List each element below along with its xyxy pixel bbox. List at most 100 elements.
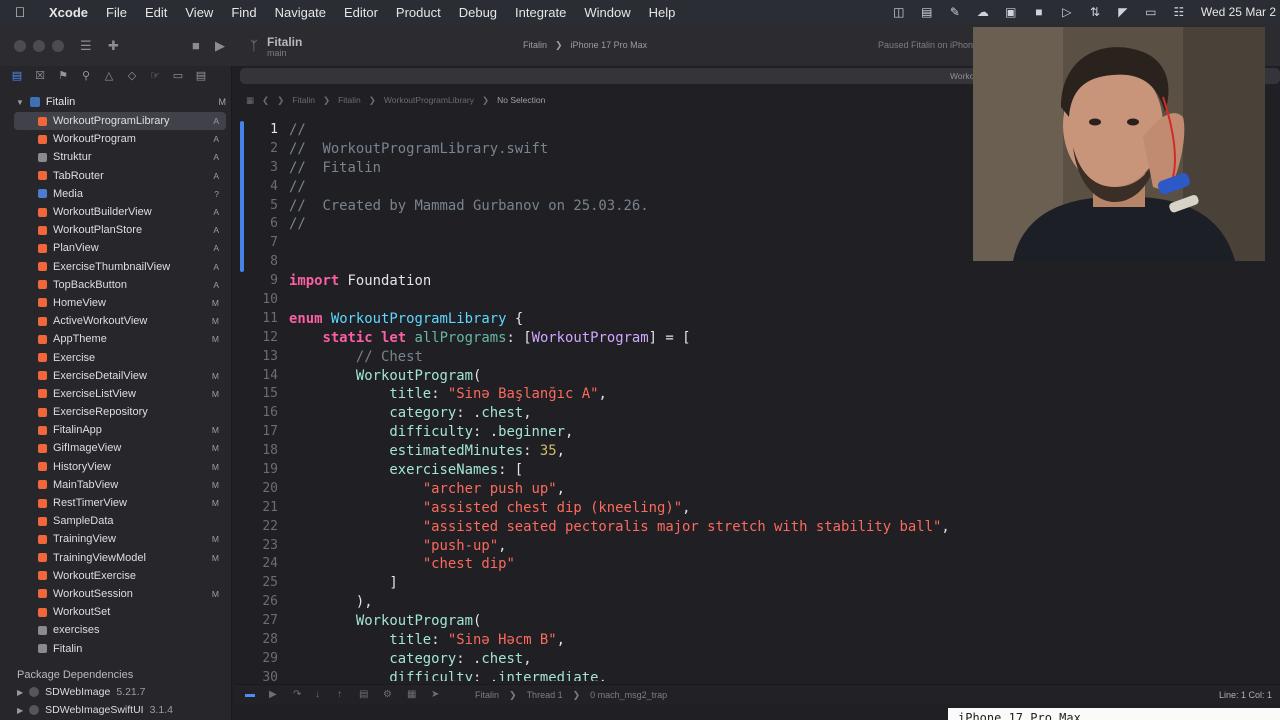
jumpbar-selection[interactable]: No Selection — [497, 95, 545, 105]
menu-file[interactable]: File — [97, 5, 136, 20]
console-output[interactable]: iPhone 17 Pro Max — [948, 708, 1280, 720]
step-over-icon[interactable]: ↷ — [293, 689, 301, 700]
bookmark-icon[interactable]: ⚑ — [56, 69, 70, 83]
file-item[interactable]: WorkoutExercise — [14, 567, 226, 585]
sidebar-toggle-icon[interactable]: ☰ — [80, 38, 92, 54]
code-line[interactable]: 12 static let allPrograms: [WorkoutProgr… — [244, 329, 1280, 348]
menu-navigate[interactable]: Navigate — [266, 5, 335, 20]
step-into-icon[interactable]: ↓ — [315, 689, 320, 700]
menu-find[interactable]: Find — [222, 5, 265, 20]
file-item[interactable]: Media? — [14, 185, 226, 203]
code-line[interactable]: 17 difficulty: .beginner, — [244, 423, 1280, 442]
continue-icon[interactable]: ▶ — [269, 689, 277, 700]
file-item[interactable]: ActiveWorkoutView M — [14, 312, 226, 330]
apple-menu-icon[interactable]:  — [0, 4, 40, 20]
menu-help[interactable]: Help — [640, 5, 685, 20]
test-icon[interactable]: ◇ — [125, 69, 139, 83]
code-line[interactable]: 23 "push-up", — [244, 537, 1280, 556]
menubar-clock[interactable]: Wed 25 Mar 2 — [1193, 5, 1280, 19]
play-icon[interactable]: ▷ — [1053, 5, 1081, 19]
code-line[interactable]: 20 "archer push up", — [244, 480, 1280, 499]
share-icon[interactable]: ⇅ — [1081, 5, 1109, 19]
file-item[interactable]: HomeView M — [14, 294, 226, 312]
code-line[interactable]: 30 difficulty: .intermediate, — [244, 669, 1280, 681]
menu-view[interactable]: View — [176, 5, 222, 20]
file-item[interactable]: PlanView A — [14, 239, 226, 257]
code-line[interactable]: 26 ), — [244, 593, 1280, 612]
debug-path-app[interactable]: Fitalin — [475, 690, 499, 701]
warning-icon[interactable]: △ — [102, 69, 116, 83]
pen-icon[interactable]: ✎ — [941, 5, 969, 19]
source-control-icon[interactable]: ☒ — [33, 69, 47, 83]
code-line[interactable]: 14 WorkoutProgram( — [244, 367, 1280, 386]
run-destination[interactable]: iPhone 17 Pro Max — [571, 40, 648, 51]
code-line[interactable]: 16 category: .chest, — [244, 404, 1280, 423]
run-icon[interactable]: ▶ — [215, 38, 225, 54]
file-item[interactable]: RestTimerView M — [14, 494, 226, 512]
project-root[interactable]: ▼ Fitalin M — [16, 96, 226, 108]
file-item[interactable]: exercises — [14, 621, 226, 639]
code-line[interactable]: 15 title: "Sinə Başlanğıc A", — [244, 385, 1280, 404]
wifi-icon[interactable]: ◤ — [1109, 5, 1137, 19]
code-line[interactable]: 9 import Foundation — [244, 272, 1280, 291]
code-line[interactable]: 13 // Chest — [244, 348, 1280, 367]
file-item[interactable]: ExerciseRepository — [14, 403, 226, 421]
file-item[interactable]: GifImageView M — [14, 439, 226, 457]
stop-icon[interactable]: ■ — [192, 38, 200, 53]
zoom-window-button[interactable] — [52, 40, 64, 52]
package-item[interactable]: ▶ SDWebImage 5.21.7 — [17, 686, 146, 698]
file-item[interactable]: MainTabView M — [14, 476, 226, 494]
minimize-window-button[interactable] — [33, 40, 45, 52]
menu-debug[interactable]: Debug — [450, 5, 506, 20]
file-item[interactable]: FitalinApp M — [14, 421, 226, 439]
toggle-console-icon[interactable]: ▬ — [245, 689, 255, 700]
file-item[interactable]: TabRouter A — [14, 167, 226, 185]
file-item[interactable]: Fitalin — [14, 639, 226, 657]
app-menu[interactable]: Xcode — [40, 5, 97, 20]
simulate-location-icon[interactable]: ➤ — [431, 689, 439, 700]
scheme-selector[interactable]: Fitalin ❯ iPhone 17 Pro Max — [523, 40, 647, 51]
file-item[interactable]: SampleData — [14, 512, 226, 530]
file-item[interactable]: WorkoutPlanStore A — [14, 221, 226, 239]
menu-window[interactable]: Window — [575, 5, 639, 20]
app-status-icon[interactable]: ▣ — [997, 5, 1025, 19]
code-line[interactable]: 27 WorkoutProgram( — [244, 612, 1280, 631]
control-center-icon[interactable]: ☷ — [1165, 5, 1193, 19]
screen-share-icon[interactable]: ◫ — [885, 5, 913, 19]
package-item[interactable]: ▶ SDWebImageSwiftUI 3.1.4 — [17, 704, 173, 716]
step-out-icon[interactable]: ↑ — [337, 689, 342, 700]
file-item[interactable]: WorkoutBuilderView A — [14, 203, 226, 221]
environment-icon[interactable]: ▦ — [407, 689, 416, 700]
file-item[interactable]: TopBackButton A — [14, 276, 226, 294]
code-line[interactable]: 25 ] — [244, 574, 1280, 593]
close-window-button[interactable] — [14, 40, 26, 52]
file-item[interactable]: WorkoutSession M — [14, 585, 226, 603]
file-item[interactable]: ExerciseDetailView M — [14, 367, 226, 385]
jumpbar-file[interactable]: WorkoutProgramLibrary — [384, 95, 474, 105]
grid-icon[interactable]: ▦ — [246, 95, 254, 106]
report-icon[interactable]: ▤ — [194, 69, 208, 83]
view-hierarchy-icon[interactable]: ▤ — [359, 689, 368, 700]
file-item[interactable]: Exercise — [14, 348, 226, 366]
jumpbar-project[interactable]: Fitalin — [292, 95, 315, 105]
file-item[interactable]: HistoryView M — [14, 458, 226, 476]
menu-edit[interactable]: Edit — [136, 5, 176, 20]
code-line[interactable]: 10 — [244, 291, 1280, 310]
code-line[interactable]: 22 "assisted seated pectoralis major str… — [244, 518, 1280, 537]
cloud-icon[interactable]: ☁ — [969, 5, 997, 19]
scheme-name[interactable]: Fitalin — [523, 40, 547, 51]
code-line[interactable]: 11 enum WorkoutProgramLibrary { — [244, 310, 1280, 329]
code-line[interactable]: 21 "assisted chest dip (kneeling)", — [244, 499, 1280, 518]
file-item[interactable]: Struktur A — [14, 148, 226, 166]
file-item[interactable]: WorkoutSet — [14, 603, 226, 621]
project-title[interactable]: Fitalin — [267, 35, 302, 49]
add-icon[interactable]: ✚ — [108, 38, 119, 54]
disclosure-icon[interactable]: ▼ — [16, 98, 24, 107]
file-item[interactable]: WorkoutProgram A — [14, 130, 226, 148]
debug-icon[interactable]: ☞ — [148, 69, 162, 83]
code-line[interactable]: 19 exerciseNames: [ — [244, 461, 1280, 480]
jumpbar-group[interactable]: Fitalin — [338, 95, 361, 105]
back-arrow-icon[interactable]: ❮ — [262, 95, 269, 106]
menu-product[interactable]: Product — [387, 5, 450, 20]
camera-icon[interactable]: ■ — [1025, 5, 1053, 19]
